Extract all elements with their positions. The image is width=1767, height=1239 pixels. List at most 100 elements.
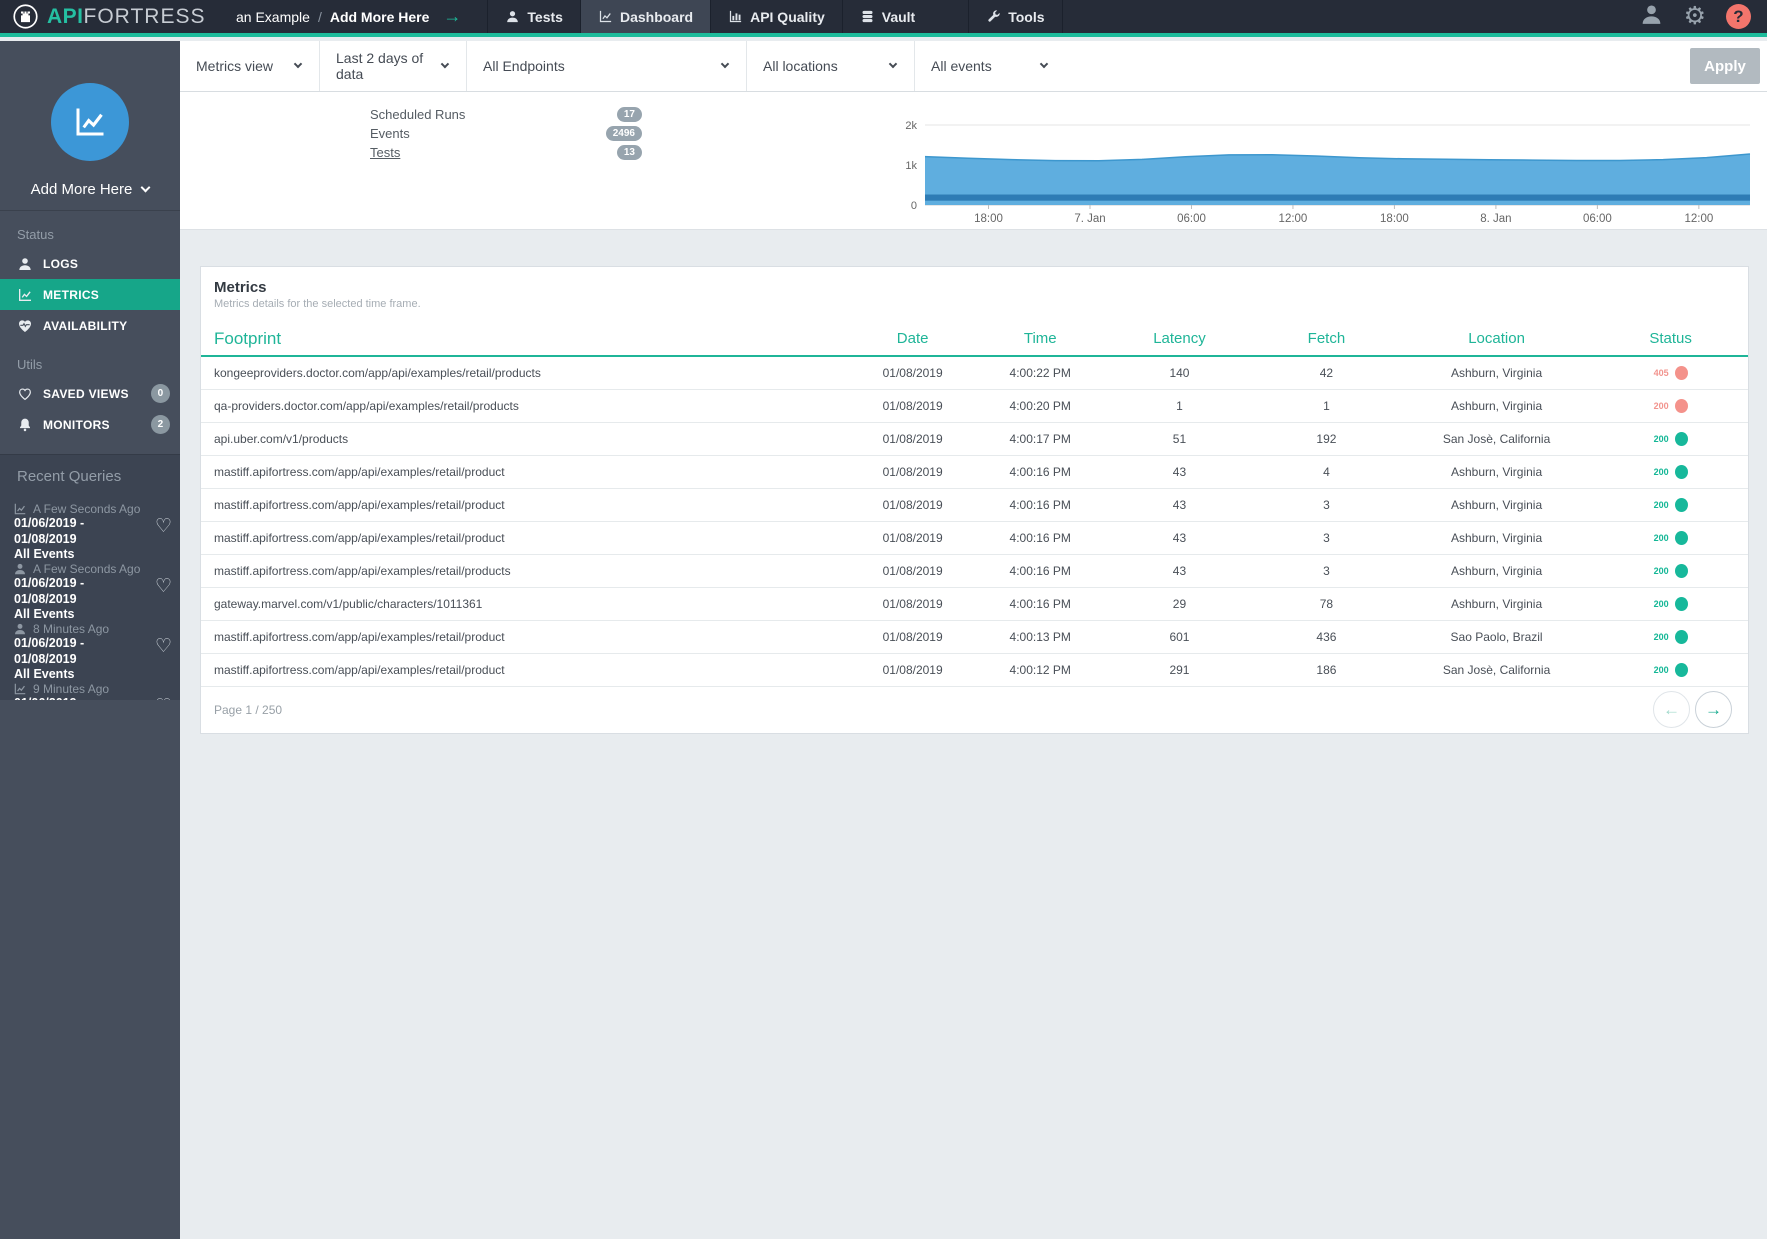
apifortress-logo[interactable]: API FORTRESS xyxy=(0,0,230,33)
status-code: 200 xyxy=(1654,434,1669,444)
sidebar-item-metrics[interactable]: METRICS xyxy=(0,279,180,310)
monitors-count-badge: 2 xyxy=(151,415,170,434)
table-row[interactable]: mastiff.apifortress.com/app/api/examples… xyxy=(201,554,1748,587)
status-cell: 200 xyxy=(1593,653,1748,686)
sidebar-item-logs[interactable]: LOGS xyxy=(0,248,180,279)
table-cell: 4:00:17 PM xyxy=(975,422,1106,455)
nav-tab-api-quality[interactable]: API Quality xyxy=(710,0,842,33)
bell-icon xyxy=(17,417,33,433)
sidebar-section-utils: Utils xyxy=(0,341,180,378)
table-cell: 186 xyxy=(1253,653,1400,686)
gear-icon[interactable]: ⚙ xyxy=(1684,4,1706,29)
recent-query-item[interactable]: 8 Minutes Ago01/06/2019 - 01/08/2019All … xyxy=(0,613,180,673)
recent-queries-panel: Recent Queries A Few Seconds Ago01/06/20… xyxy=(0,454,180,700)
table-row[interactable]: mastiff.apifortress.com/app/api/examples… xyxy=(201,521,1748,554)
view-dropdown[interactable]: Metrics view xyxy=(180,41,320,91)
sidebar-item-monitors[interactable]: MONITORS 2 xyxy=(0,409,180,440)
table-cell: qa-providers.doctor.com/app/api/examples… xyxy=(201,389,851,422)
status-cell: 200 xyxy=(1593,587,1748,620)
table-cell: 43 xyxy=(1106,455,1253,488)
svg-text:18:00: 18:00 xyxy=(1380,213,1409,225)
events-dropdown[interactable]: All events xyxy=(915,41,1065,91)
breadcrumb-separator: / xyxy=(318,9,322,25)
table-row[interactable]: mastiff.apifortress.com/app/api/examples… xyxy=(201,653,1748,686)
breadcrumb-arrow-icon[interactable]: → xyxy=(443,6,461,27)
date-range-dropdown[interactable]: Last 2 days of data xyxy=(320,41,467,91)
prev-page-button[interactable]: ← xyxy=(1653,691,1690,728)
status-code: 200 xyxy=(1654,500,1669,510)
table-cell: 01/08/2019 xyxy=(851,653,975,686)
table-cell: mastiff.apifortress.com/app/api/examples… xyxy=(201,620,851,653)
stat-value-badge: 17 xyxy=(617,107,642,122)
endpoints-dropdown[interactable]: All Endpoints xyxy=(467,41,747,91)
sidebar-item-saved-views[interactable]: SAVED VIEWS 0 xyxy=(0,378,180,409)
sidebar-profile: Add More Here xyxy=(0,41,180,211)
heart-pulse-icon xyxy=(17,318,33,334)
next-page-button[interactable]: → xyxy=(1695,691,1732,728)
table-cell: 4:00:16 PM xyxy=(975,488,1106,521)
svg-text:06:00: 06:00 xyxy=(1177,213,1206,225)
table-cell: mastiff.apifortress.com/app/api/examples… xyxy=(201,554,851,587)
table-header-row: FootprintDateTimeLatencyFetchLocationSta… xyxy=(201,322,1748,356)
table-row[interactable]: kongeeproviders.doctor.com/app/api/examp… xyxy=(201,356,1748,389)
apply-button[interactable]: Apply xyxy=(1690,48,1760,84)
endpoints-value: All Endpoints xyxy=(483,58,565,74)
stat-value-badge: 2496 xyxy=(606,126,642,141)
nav-tab-vault[interactable]: Vault xyxy=(842,0,932,33)
column-header-location[interactable]: Location xyxy=(1400,322,1593,356)
table-row[interactable]: mastiff.apifortress.com/app/api/examples… xyxy=(201,620,1748,653)
line-chart-icon xyxy=(13,502,27,516)
nav-tab-tests[interactable]: Tests xyxy=(487,0,580,33)
recent-query-ago: 8 Minutes Ago xyxy=(33,622,109,636)
project-selector[interactable]: Add More Here xyxy=(31,181,150,198)
table-cell: mastiff.apifortress.com/app/api/examples… xyxy=(201,653,851,686)
table-cell: mastiff.apifortress.com/app/api/examples… xyxy=(201,488,851,521)
column-header-date[interactable]: Date xyxy=(851,322,975,356)
table-cell: 4:00:16 PM xyxy=(975,521,1106,554)
svg-text:06:00: 06:00 xyxy=(1583,213,1612,225)
profile-icon[interactable] xyxy=(1639,2,1664,32)
status-code: 200 xyxy=(1654,632,1669,642)
table-cell: 01/08/2019 xyxy=(851,620,975,653)
project-selector-label: Add More Here xyxy=(31,181,133,198)
heart-outline-icon[interactable]: ♡ xyxy=(155,635,172,658)
locations-dropdown[interactable]: All locations xyxy=(747,41,915,91)
user-icon xyxy=(13,622,27,636)
line-chart-icon xyxy=(598,9,613,24)
table-row[interactable]: gateway.marvel.com/v1/public/characters/… xyxy=(201,587,1748,620)
nav-tab-tools[interactable]: Tools xyxy=(968,0,1062,33)
recent-query-item[interactable]: A Few Seconds Ago01/06/2019 - 01/08/2019… xyxy=(0,493,180,553)
stat-label[interactable]: Tests xyxy=(370,145,400,160)
table-cell: 3 xyxy=(1253,554,1400,587)
status-cell: 200 xyxy=(1593,422,1748,455)
column-header-latency[interactable]: Latency xyxy=(1106,322,1253,356)
status-dot xyxy=(1675,432,1688,446)
heart-outline-icon[interactable]: ♡ xyxy=(155,695,172,700)
table-row[interactable]: api.uber.com/v1/products01/08/20194:00:1… xyxy=(201,422,1748,455)
help-icon[interactable]: ? xyxy=(1726,4,1751,29)
metrics-table: FootprintDateTimeLatencyFetchLocationSta… xyxy=(201,322,1748,687)
sidebar-item-availability[interactable]: AVAILABILITY xyxy=(0,310,180,341)
heart-outline-icon[interactable]: ♡ xyxy=(155,575,172,598)
column-header-footprint[interactable]: Footprint xyxy=(201,322,851,356)
column-header-fetch[interactable]: Fetch xyxy=(1253,322,1400,356)
recent-query-item[interactable]: 9 Minutes Ago01/06/2019 - 01/08/2019All … xyxy=(0,673,180,700)
nav-tab-dashboard[interactable]: Dashboard xyxy=(580,0,710,33)
chevron-down-icon xyxy=(889,60,897,68)
status-cell: 200 xyxy=(1593,389,1748,422)
table-row[interactable]: mastiff.apifortress.com/app/api/examples… xyxy=(201,455,1748,488)
table-row[interactable]: qa-providers.doctor.com/app/api/examples… xyxy=(201,389,1748,422)
table-row[interactable]: mastiff.apifortress.com/app/api/examples… xyxy=(201,488,1748,521)
status-cell: 200 xyxy=(1593,620,1748,653)
recent-query-item[interactable]: A Few Seconds Ago01/06/2019 - 01/08/2019… xyxy=(0,553,180,613)
table-cell: 4:00:16 PM xyxy=(975,554,1106,587)
breadcrumb-page[interactable]: Add More Here xyxy=(330,9,430,25)
column-header-status[interactable]: Status xyxy=(1593,322,1748,356)
heart-outline-icon[interactable]: ♡ xyxy=(155,515,172,538)
project-avatar[interactable] xyxy=(51,83,129,161)
svg-text:12:00: 12:00 xyxy=(1279,213,1308,225)
table-cell: 4 xyxy=(1253,455,1400,488)
status-dot xyxy=(1675,498,1688,512)
column-header-time[interactable]: Time xyxy=(975,322,1106,356)
breadcrumb-project[interactable]: an Example xyxy=(236,9,310,25)
